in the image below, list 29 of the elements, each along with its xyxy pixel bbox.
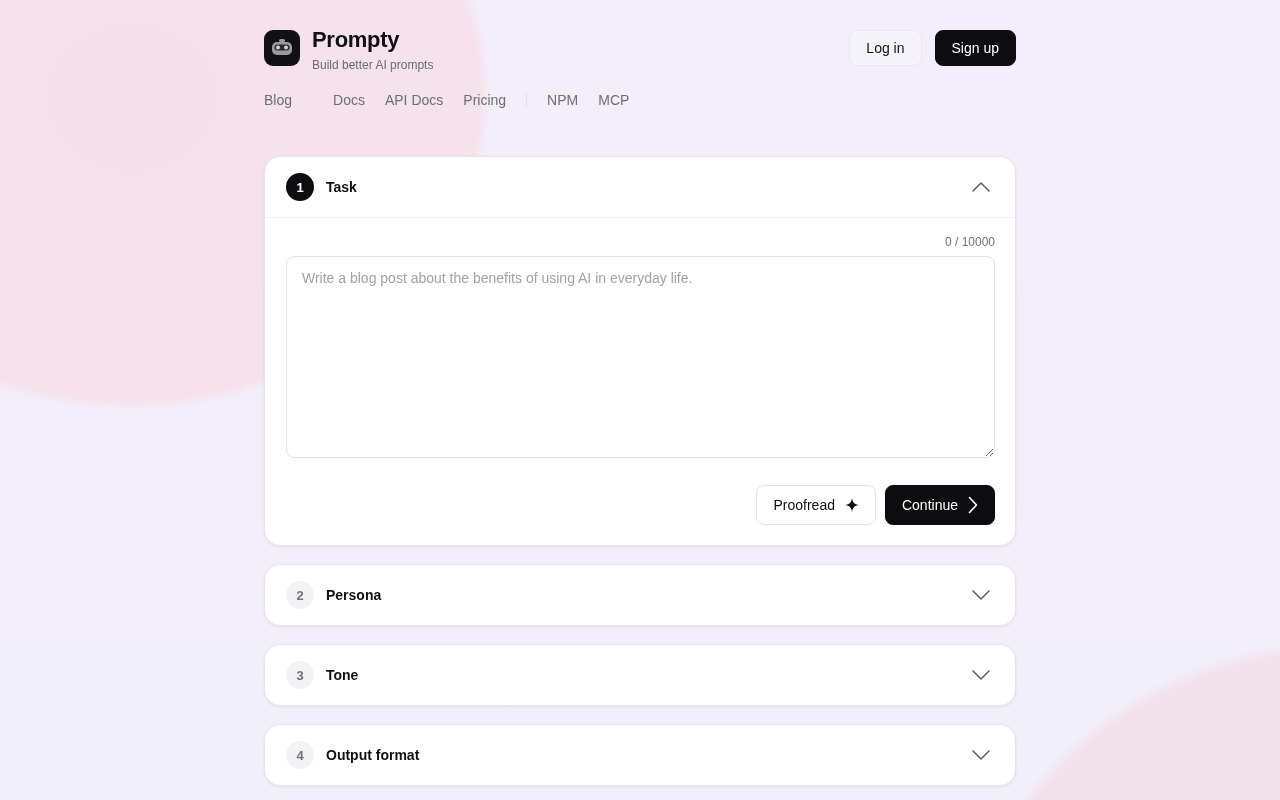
step-number: 1 xyxy=(286,173,314,201)
logo-icon xyxy=(264,30,300,66)
step-number: 2 xyxy=(286,581,314,609)
proofread-button[interactable]: Proofread xyxy=(756,485,876,525)
step-title: Output format xyxy=(326,747,420,763)
login-button[interactable]: Log in xyxy=(849,30,922,66)
chevron-up-icon[interactable] xyxy=(972,182,990,192)
nav-link[interactable]: API Docs xyxy=(384,90,444,110)
step-number: 3 xyxy=(286,661,314,689)
continue-button[interactable]: Continue xyxy=(884,485,995,525)
nav-link[interactable]: Docs xyxy=(333,90,365,110)
nav-link[interactable]: Blog xyxy=(264,90,293,110)
character-count: 0 / 10000 xyxy=(944,234,995,250)
nav-link[interactable]: Pricing xyxy=(463,90,507,110)
chevron-down-icon[interactable] xyxy=(972,590,990,600)
step-title: Persona xyxy=(326,587,382,603)
nav-link[interactable]: MCP xyxy=(598,90,630,110)
chevron-down-icon[interactable] xyxy=(972,750,990,760)
nav-link[interactable]: NPM xyxy=(547,90,579,110)
task-input[interactable]: Write a blog post about the benefits of using AI in everyday life. xyxy=(286,256,995,458)
step-number: 4 xyxy=(286,741,314,769)
chevron-right-icon xyxy=(968,496,978,514)
sparkle-icon xyxy=(844,498,859,512)
step-title: Task xyxy=(326,179,357,195)
step-title: Tone xyxy=(326,667,359,683)
signup-button[interactable]: Sign up xyxy=(934,30,1016,66)
brand-tagline: Build better AI prompts xyxy=(312,57,434,73)
chevron-down-icon[interactable] xyxy=(972,670,990,680)
brand-name: Prompty xyxy=(312,28,400,52)
